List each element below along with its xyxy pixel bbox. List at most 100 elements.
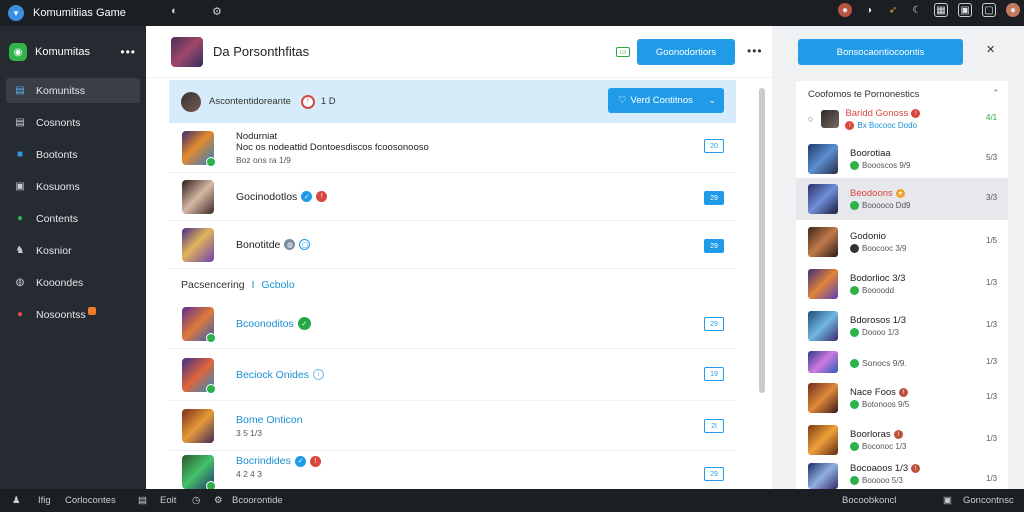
member-item-selected[interactable]: Beodoons ★ Booooco Dd9 3/3 — [796, 178, 1008, 220]
status-label-6[interactable]: Goncontnsc — [963, 495, 1014, 506]
leaf-icon[interactable]: ◐ — [171, 5, 178, 17]
chat-icon[interactable]: ▤ — [138, 495, 147, 506]
sidebar-item-bootonts[interactable]: ■ Bootonts — [6, 142, 140, 167]
user-icon[interactable]: ♟ — [12, 495, 21, 506]
game-thumbnail — [182, 179, 214, 214]
globe-icon: ◍ — [284, 239, 296, 250]
sidebar-item-kooondes[interactable]: ◍ Kooondes — [6, 270, 140, 295]
list-item[interactable]: Bocrindides ✓! 4 2 4 3 29 — [169, 451, 736, 491]
tab-global[interactable]: Gcbolo — [261, 279, 294, 291]
clock-icon[interactable]: ◷ — [192, 495, 200, 506]
status-label-4[interactable]: Bcoorontide — [232, 495, 283, 506]
moon-icon[interactable]: ☾ — [910, 3, 924, 17]
member-name: Godonio — [850, 231, 886, 242]
member-meta: Beodoons ★ Booooco Dd9 — [850, 188, 910, 210]
highlight-count: 1 D — [320, 96, 336, 107]
avatar — [808, 311, 838, 341]
row-title-wrap: Bonotitde ◍ ▢ — [236, 238, 311, 251]
sidebar-item-label: Cosnonts — [36, 116, 81, 129]
scrollbar-thumb[interactable] — [759, 88, 765, 393]
warning-icon: ! — [911, 464, 921, 473]
status-label-5[interactable]: Bocoobkoncl — [842, 495, 896, 506]
member-time: 3/3 — [986, 193, 998, 202]
member-item[interactable]: Godonio Boocooc 3/9 1/5 — [796, 221, 1008, 263]
chat-toggle-icon[interactable]: ▭ — [616, 47, 630, 57]
gear-icon[interactable]: ⚙ — [212, 5, 222, 18]
game-thumbnail — [182, 306, 216, 343]
member-item[interactable]: ○ Baridd Gonoss! ! Bx Bocooc Dodo 4/1 — [796, 103, 1008, 135]
member-item[interactable]: Bocoaoos 1/3! Booooo 5/3 1/3 — [796, 461, 1008, 489]
list-item[interactable]: Bcoonoditos ✓ 29 — [169, 299, 736, 349]
game-thumbnail — [182, 227, 214, 262]
sidebar-header: ◉ Komumitas ••• — [0, 26, 146, 78]
close-icon[interactable]: ✕ — [986, 43, 995, 56]
calendar-icon[interactable]: ▦ — [934, 3, 948, 17]
member-meta: Bodorlioc 3/3 Boooodd — [850, 273, 905, 295]
row-action-button[interactable]: 29 — [704, 317, 724, 331]
status-label-2[interactable]: Corlocontes — [65, 495, 116, 506]
list-item[interactable]: Nodurniat Noc os nodeattid Dontoesdiscos… — [169, 123, 736, 173]
member-item[interactable]: Nace Foos! Botonoos 9/5 1/3 — [796, 377, 1008, 419]
main-menu-button[interactable]: ••• — [747, 44, 763, 58]
section-title: Pacsencering — [181, 279, 245, 291]
sidebar-item-nosoontss[interactable]: ● Nosoontss — [6, 302, 140, 327]
highlight-row[interactable]: Ascontentidoreante ! 1 D ♡ Verd Contitno… — [169, 80, 736, 123]
member-status: Boooodd — [862, 286, 895, 295]
sidebar-item-cosnonts[interactable]: ▤ Cosnonts — [6, 110, 140, 135]
sidebar-item-komunitss[interactable]: ▤ Komunitss — [6, 78, 140, 103]
sidebar-item-kosnior[interactable]: ♞ Kosnior — [6, 238, 140, 263]
row-action-button[interactable]: 2I — [704, 419, 724, 433]
member-item[interactable]: Boorotiaa Boooscos 9/9 5/3 — [796, 138, 1008, 179]
member-name: Boorotiaa — [850, 147, 891, 159]
row-action-button[interactable]: 29 — [704, 191, 724, 205]
verified-icon: ✓ — [294, 455, 306, 467]
sidebar-menu-button[interactable]: ••• — [120, 45, 136, 59]
list-item[interactable]: Beciock Onides i 19 — [169, 349, 736, 401]
alert-badge-icon: ! — [300, 94, 315, 109]
member-status-wrap: ! Bx Bocooc Dodo — [845, 121, 920, 130]
online-status-icon — [850, 244, 859, 253]
row-action-button[interactable]: 19 — [704, 367, 724, 381]
right-panel: Bonsocaontiocoontis ✕ Coofomos te Pornon… — [772, 26, 1024, 489]
primary-action-button[interactable]: Goonodortiors — [637, 39, 735, 65]
member-item[interactable]: Sonocs 9/9. 1/3 — [796, 347, 1008, 377]
gear-icon[interactable]: ⚙ — [214, 495, 223, 506]
row-action-button[interactable]: 20 — [704, 139, 724, 153]
user-avatar-icon[interactable]: ● — [1006, 3, 1020, 17]
member-status: Booooo 5/3 — [862, 476, 903, 485]
row-description: Noc os nodeattid Dontoesdiscos fcoosonoo… — [236, 141, 429, 153]
status-label-1[interactable]: Ifig — [38, 495, 51, 506]
list-item[interactable]: Gocinodotlos ✓! 29 — [169, 173, 736, 221]
panel-icon[interactable]: ▣ — [943, 495, 952, 506]
row-title: Bome Onticon — [236, 413, 303, 426]
notification-avatar-icon[interactable]: ● — [838, 3, 852, 17]
row-info: Nodurniat Noc os nodeattid Dontoesdiscos… — [236, 131, 429, 165]
community-logo-icon: ◉ — [9, 43, 27, 61]
member-item[interactable]: Bodorlioc 3/3 Boooodd 1/3 — [796, 263, 1008, 305]
row-title: Bonotitde — [236, 238, 281, 251]
row-action-button[interactable]: 29 — [704, 467, 724, 481]
member-item[interactable]: Bdorosos 1/3 Doooo 1/3 1/3 — [796, 305, 1008, 347]
right-action-button[interactable]: Bonsocaontiocoontis — [798, 39, 963, 65]
rocket-icon[interactable]: ➶ — [886, 3, 900, 17]
view-contents-button[interactable]: ♡ Verd Contitnos ⌄ — [608, 88, 724, 113]
member-name: Nace Foos — [850, 387, 896, 398]
info-icon[interactable]: ◑ — [862, 3, 876, 17]
member-name-wrap: Nace Foos! — [850, 387, 909, 398]
box-icon[interactable]: ▢ — [982, 3, 996, 17]
row-action-button[interactable]: 29 — [704, 239, 724, 253]
status-label-3[interactable]: Eoit — [160, 495, 176, 506]
row-title-wrap: Bcoonoditos ✓ — [236, 317, 311, 330]
sidebar-item-kosuoms[interactable]: ▣ Kosuoms — [6, 174, 140, 199]
member-item[interactable]: Boorloras! Boconoc 1/3 1/3 — [796, 419, 1008, 461]
member-status: Bx Bocooc Dodo — [857, 121, 918, 130]
chevron-up-icon[interactable]: ⌃ — [992, 88, 1000, 99]
list-item[interactable]: Bonotitde ◍ ▢ 29 — [169, 221, 736, 269]
member-name-wrap: Baridd Gonoss! — [845, 108, 921, 119]
chevron-down-icon: ⌄ — [708, 95, 716, 105]
image-icon[interactable]: ▣ — [958, 3, 972, 17]
member-meta: Boorotiaa Boooscos 9/9 — [850, 148, 910, 170]
list-item[interactable]: Bome Onticon 3 5 1/3 2I — [169, 401, 736, 451]
avatar — [808, 227, 838, 257]
sidebar-item-contents[interactable]: ● Contents — [6, 206, 140, 231]
